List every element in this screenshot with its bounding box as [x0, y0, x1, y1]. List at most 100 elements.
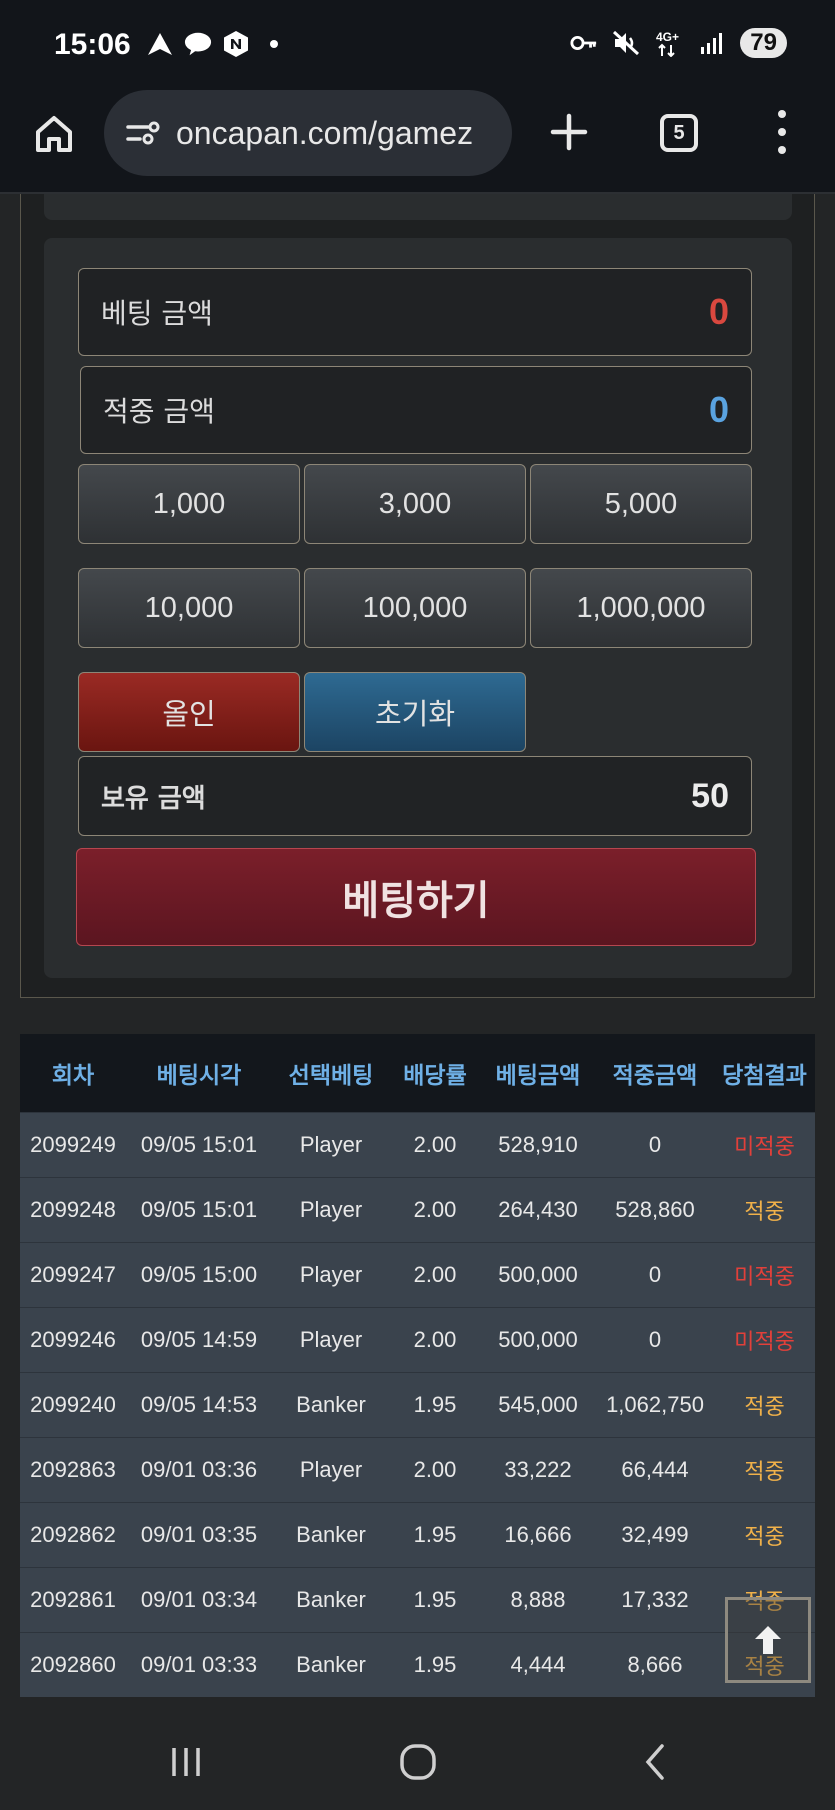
cell-win-amount: 0 — [648, 1327, 662, 1352]
amount-button-1000000[interactable]: 1,000,000 — [530, 568, 752, 648]
cell-selection: Player — [299, 1132, 363, 1157]
cell-bet-amount: 16,666 — [504, 1522, 572, 1547]
table-row: 2092860 09/01 03:33 Banker 1.95 4,444 8,666 적중 — [20, 1632, 815, 1697]
win-amount-label: 적중 금액 — [103, 395, 215, 428]
system-nav-bar — [0, 1710, 835, 1810]
cell-odds: 1.95 — [413, 1587, 457, 1612]
cell-result: 미적중 — [734, 1265, 795, 1290]
cell-bet-time: 09/01 03:34 — [140, 1587, 258, 1612]
win-amount-display: 적중 금액 0 — [80, 366, 752, 454]
cell-result: 적중 — [744, 1525, 785, 1550]
cell-odds: 2.00 — [413, 1262, 457, 1287]
cell-odds: 2.00 — [413, 1457, 457, 1482]
table-body: 2099249 09/05 15:01 Player 2.00 528,910 0 미적중 2… — [20, 1112, 815, 1697]
status-bar: 15:06 4G+ 79 — [0, 0, 835, 90]
cell-bet-time: 09/01 03:35 — [140, 1522, 258, 1547]
cell-result: 적중 — [744, 1200, 785, 1225]
cell-selection: Banker — [296, 1587, 366, 1612]
cell-result: 미적중 — [734, 1330, 795, 1355]
cell-win-amount: 528,860 — [615, 1197, 695, 1222]
plus-icon — [550, 113, 588, 151]
tab-switcher-button[interactable]: 5 — [660, 114, 698, 152]
table-row: 2092861 09/01 03:34 Banker 1.95 8,888 17,332 적… — [20, 1567, 815, 1632]
cell-round: 2092862 — [30, 1522, 116, 1547]
site-settings-icon[interactable] — [122, 113, 162, 153]
scroll-to-top-button[interactable] — [725, 1597, 811, 1683]
cell-round: 2099248 — [30, 1197, 116, 1222]
cell-bet-amount: 500,000 — [498, 1327, 578, 1352]
back-button[interactable] — [636, 1742, 676, 1782]
naver-icon — [222, 30, 250, 58]
cell-bet-amount: 33,222 — [504, 1457, 572, 1482]
browser-home-button[interactable] — [32, 112, 76, 156]
cell-round: 2099240 — [30, 1392, 116, 1417]
network-4g-icon: 4G+ — [654, 29, 684, 57]
cell-selection: Player — [299, 1197, 363, 1222]
amount-button-1000[interactable]: 1,000 — [78, 464, 300, 544]
win-amount-value: 0 — [708, 389, 729, 430]
status-right-icons: 4G+ 79 — [570, 28, 787, 58]
cell-odds: 1.95 — [413, 1522, 457, 1547]
previous-card — [44, 194, 792, 220]
all-in-button[interactable]: 올인 — [78, 672, 300, 752]
place-bet-button[interactable]: 베팅하기 — [76, 848, 756, 946]
cell-round: 2099249 — [30, 1132, 116, 1157]
cell-bet-time: 09/05 15:01 — [140, 1132, 258, 1157]
header-odds: 배당률 — [403, 1063, 467, 1089]
cell-bet-amount: 528,910 — [498, 1132, 578, 1157]
cell-win-amount: 0 — [648, 1262, 662, 1287]
amount-button-100000[interactable]: 100,000 — [304, 568, 526, 648]
recents-icon — [172, 1748, 200, 1776]
home-icon — [400, 1744, 436, 1780]
cell-bet-amount: 500,000 — [498, 1262, 578, 1287]
balance-label: 보유 금액 — [101, 783, 206, 814]
navigation-icon — [146, 30, 174, 58]
cell-bet-time: 09/05 15:01 — [140, 1197, 258, 1222]
cell-result: 적중 — [744, 1460, 785, 1485]
browser-toolbar: oncapan.com/gamez 5 — [0, 90, 835, 194]
home-icon — [36, 116, 72, 152]
cell-win-amount: 1,062,750 — [606, 1392, 704, 1417]
header-round: 회차 — [51, 1063, 95, 1089]
amount-button-3000[interactable]: 3,000 — [304, 464, 526, 544]
header-selection: 선택베팅 — [288, 1063, 374, 1089]
cell-bet-time: 09/05 15:00 — [140, 1262, 258, 1287]
cell-selection: Banker — [296, 1522, 366, 1547]
balance-value: 50 — [691, 776, 729, 815]
table-row: 2092863 09/01 03:36 Player 2.00 33,222 66,444… — [20, 1437, 815, 1502]
cell-selection: Banker — [296, 1392, 366, 1417]
new-tab-button[interactable] — [547, 110, 591, 154]
cell-bet-time: 09/05 14:53 — [140, 1392, 258, 1417]
balance-display: 보유 금액 50 — [78, 756, 752, 836]
amount-button-10000[interactable]: 10,000 — [78, 568, 300, 648]
cell-win-amount: 0 — [648, 1132, 662, 1157]
cell-selection: Player — [299, 1457, 363, 1482]
reset-button[interactable]: 초기화 — [304, 672, 526, 752]
home-button[interactable] — [398, 1742, 438, 1782]
header-bet-time: 베팅시각 — [156, 1063, 242, 1089]
cell-round: 2092863 — [30, 1457, 116, 1482]
table-row: 2099247 09/05 15:00 Player 2.00 500,000 0 미적중 — [20, 1242, 815, 1307]
cell-odds: 2.00 — [413, 1327, 457, 1352]
cell-odds: 1.95 — [413, 1392, 457, 1417]
header-win-amount: 적중금액 — [612, 1063, 698, 1089]
table-row: 2099240 09/05 14:53 Banker 1.95 545,000 1,062… — [20, 1372, 815, 1437]
status-time: 15:06 — [54, 28, 131, 61]
menu-dot — [778, 146, 786, 154]
cell-bet-amount: 8,888 — [510, 1587, 566, 1612]
battery-indicator: 79 — [740, 28, 787, 58]
cell-bet-amount: 264,430 — [498, 1197, 578, 1222]
recents-button[interactable] — [166, 1742, 206, 1782]
cell-bet-time: 09/01 03:33 — [140, 1652, 258, 1677]
address-bar[interactable]: oncapan.com/gamez — [104, 90, 512, 176]
status-left-icons — [146, 30, 288, 58]
cell-bet-time: 09/01 03:36 — [140, 1457, 258, 1482]
cell-selection: Banker — [296, 1652, 366, 1677]
amount-button-5000[interactable]: 5,000 — [530, 464, 752, 544]
cell-bet-time: 09/05 14:59 — [140, 1327, 258, 1352]
bet-amount-value: 0 — [708, 291, 729, 332]
cell-odds: 1.95 — [413, 1652, 457, 1677]
cell-win-amount: 66,444 — [621, 1457, 689, 1482]
browser-menu-button[interactable] — [770, 110, 794, 154]
menu-dot — [778, 128, 786, 136]
